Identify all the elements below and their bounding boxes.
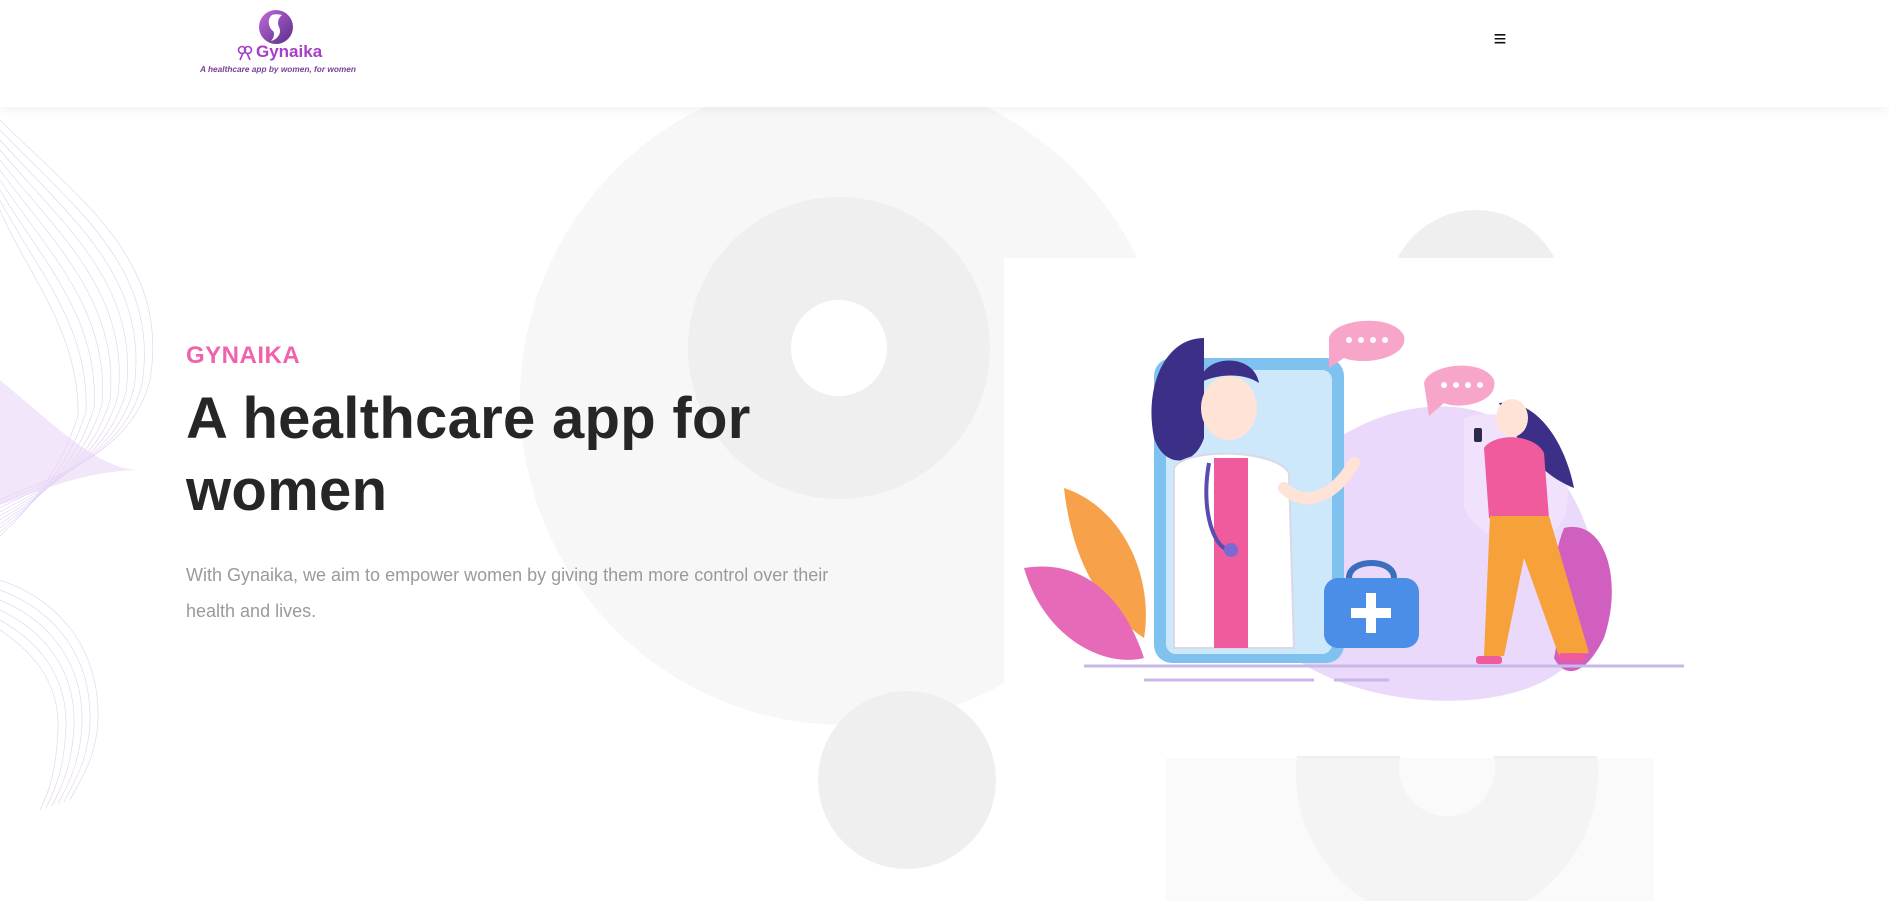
woman-silhouette-icon (259, 10, 293, 44)
doctor-consultation-illustration (1004, 258, 1684, 756)
hero-section: GYNAIKA A healthcare app for women With … (186, 342, 886, 629)
brand-tagline: A healthcare app by women, for women (200, 64, 356, 74)
hamburger-menu-icon[interactable]: ≡ (1484, 22, 1516, 56)
brand-logo[interactable]: Gynaika A healthcare app by women, for w… (196, 6, 366, 78)
hero-title: A healthcare app for women (186, 386, 751, 523)
bg-circle-bottom (818, 691, 996, 869)
bg-wave-fill (0, 380, 140, 505)
hero-description: With Gynaika, we aim to empower women by… (186, 565, 829, 621)
brand-name: Gynaika (256, 42, 323, 61)
hero-eyebrow: GYNAIKA (186, 342, 301, 369)
site-header: Gynaika A healthcare app by women, for w… (0, 0, 1889, 107)
ribbon-icon (237, 45, 253, 61)
